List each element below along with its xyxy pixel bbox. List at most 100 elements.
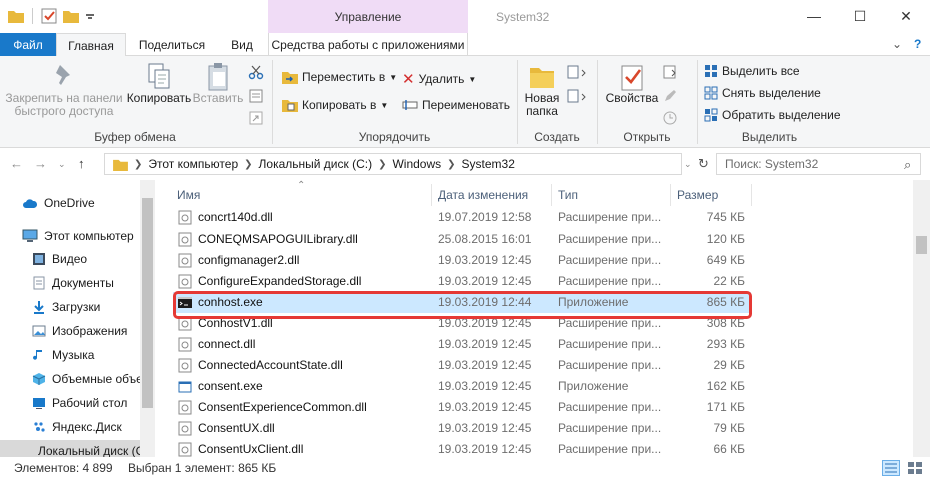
pin-quick-access-button[interactable]: Закрепить на панели быстрого доступа: [4, 62, 124, 118]
tab-app-tools[interactable]: Средства работы с приложениями: [268, 33, 468, 56]
table-row[interactable]: ConnectedAccountState.dll 19.03.2019 12:…: [173, 355, 751, 376]
table-row[interactable]: ConfigureExpandedStorage.dll 19.03.2019 …: [173, 271, 751, 292]
table-row[interactable]: configmanager2.dll 19.03.2019 12:45 Расш…: [173, 250, 751, 271]
nav-item-label: Загрузки: [52, 300, 101, 314]
paste-shortcut-icon[interactable]: [248, 110, 264, 126]
column-divider[interactable]: [431, 184, 432, 206]
tab-home[interactable]: Главная: [56, 33, 126, 57]
new-folder-icon[interactable]: [63, 9, 79, 23]
column-header-type[interactable]: Тип: [558, 180, 578, 210]
nav-scrollbar[interactable]: [140, 180, 155, 457]
nav-item-yandex-disk[interactable]: Яндекс.Диск: [32, 416, 155, 438]
move-to-button[interactable]: Переместить в ▼: [282, 70, 397, 84]
column-header-size[interactable]: Размер: [677, 180, 718, 210]
minimize-button[interactable]: —: [792, 4, 836, 28]
maximize-button[interactable]: ☐: [838, 4, 882, 28]
nav-item-local-disk[interactable]: Локальный диск (C:): [0, 440, 140, 457]
file-type: Расширение при...: [558, 232, 662, 246]
selection-info: Выбран 1 элемент: 865 КБ: [128, 461, 277, 475]
nav-item-this-pc[interactable]: Этот компьютер: [22, 225, 155, 247]
table-row[interactable]: consent.exe 19.03.2019 12:45 Приложение …: [173, 376, 751, 397]
properties-button[interactable]: Свойства: [604, 62, 660, 105]
select-none-button[interactable]: Снять выделение: [704, 86, 821, 100]
rename-label: Переименовать: [422, 98, 510, 112]
recent-locations-icon[interactable]: ⌄: [58, 159, 66, 170]
back-arrow-icon[interactable]: ←: [10, 156, 23, 171]
nav-item-downloads[interactable]: Загрузки: [32, 296, 155, 318]
column-header-date[interactable]: Дата изменения: [438, 180, 528, 210]
file-date: 19.03.2019 12:45: [438, 358, 532, 372]
edit-icon[interactable]: [662, 88, 678, 104]
forward-arrow-icon[interactable]: →: [34, 156, 47, 171]
dll-icon: [178, 253, 192, 268]
address-bar: ← → ⌄ ↑ ❯ Этот компьютер ❯ Локальный дис…: [0, 148, 930, 180]
delete-button[interactable]: ✕ Удалить ▼: [402, 70, 476, 88]
table-row[interactable]: ConsentExperienceCommon.dll 19.03.2019 1…: [173, 397, 751, 418]
nav-item-documents[interactable]: Документы: [32, 272, 155, 294]
file-size: 29 КБ: [713, 358, 745, 372]
nav-item-music[interactable]: Музыка: [32, 344, 155, 366]
paste-button[interactable]: Вставить: [193, 62, 243, 105]
nav-item-onedrive[interactable]: OneDrive: [22, 192, 155, 214]
nav-item-pictures[interactable]: Изображения: [32, 320, 155, 342]
nav-item-video[interactable]: Видео: [32, 248, 155, 270]
table-row[interactable]: connect.dll 19.03.2019 12:45 Расширение …: [173, 334, 751, 355]
nav-item-3d-objects[interactable]: Объемные объекты: [32, 368, 155, 390]
tab-file[interactable]: Файл: [0, 33, 56, 56]
file-date: 19.03.2019 12:45: [438, 421, 532, 435]
file-size: 162 КБ: [706, 379, 745, 393]
breadcrumb-this-pc[interactable]: Этот компьютер: [148, 157, 238, 171]
open-icon[interactable]: [662, 64, 678, 80]
breadcrumb-system32[interactable]: System32: [462, 157, 515, 171]
properties-check-icon: [621, 65, 643, 91]
copy-to-button[interactable]: Копировать в ▼: [282, 98, 388, 112]
up-arrow-icon[interactable]: ↑: [78, 156, 85, 171]
folder-icon[interactable]: [8, 9, 24, 23]
list-scrollbar-thumb[interactable]: [916, 236, 927, 254]
easy-access-icon[interactable]: [566, 88, 588, 104]
invert-selection-button[interactable]: Обратить выделение: [704, 108, 841, 122]
chevron-down-icon[interactable]: [85, 11, 95, 21]
new-folder-button[interactable]: Новая папка: [520, 62, 564, 118]
list-scrollbar[interactable]: [913, 180, 930, 457]
table-row[interactable]: ConsentUX.dll 19.03.2019 12:45 Расширени…: [173, 418, 751, 439]
pictures-icon: [32, 325, 46, 337]
nav-item-desktop[interactable]: Рабочий стол: [32, 392, 155, 414]
column-divider[interactable]: [751, 184, 752, 206]
column-divider[interactable]: [551, 184, 552, 206]
collapse-ribbon-button[interactable]: ⌄: [892, 37, 902, 51]
search-input[interactable]: Поиск: System32: [716, 153, 921, 175]
address-dropdown-icon[interactable]: ⌄: [684, 159, 692, 170]
nav-item-label: Рабочий стол: [52, 396, 128, 410]
cut-icon[interactable]: [248, 64, 264, 80]
pin-icon: [56, 65, 70, 85]
table-row[interactable]: concrt140d.dll 19.07.2019 12:58 Расширен…: [173, 207, 751, 228]
column-divider[interactable]: [670, 184, 671, 206]
rename-button[interactable]: Переименовать: [402, 98, 510, 112]
history-icon[interactable]: [662, 110, 678, 126]
table-row[interactable]: CONEQMSAPOGUILibrary.dll 25.08.2015 16:0…: [173, 229, 751, 250]
file-type: Расширение при...: [558, 274, 662, 288]
tab-share[interactable]: Поделиться: [130, 33, 214, 56]
large-icons-view-icon[interactable]: [906, 460, 924, 476]
copy-button[interactable]: Копировать: [126, 62, 192, 105]
select-all-button[interactable]: Выделить все: [704, 64, 800, 78]
file-size: 745 КБ: [706, 210, 745, 224]
breadcrumb-local-disk[interactable]: Локальный диск (C:): [259, 157, 373, 171]
properties-check-icon[interactable]: [41, 8, 57, 24]
table-row[interactable]: ConsentUxClient.dll 19.03.2019 12:45 Рас…: [173, 439, 751, 457]
tab-view[interactable]: Вид: [218, 33, 266, 56]
copy-path-icon[interactable]: [248, 88, 264, 104]
breadcrumb-windows[interactable]: Windows: [392, 157, 441, 171]
address-path[interactable]: ❯ Этот компьютер ❯ Локальный диск (C:) ❯…: [104, 153, 682, 175]
close-button[interactable]: ✕: [884, 4, 928, 28]
new-item-icon[interactable]: [566, 64, 588, 80]
details-view-icon[interactable]: [882, 460, 900, 476]
downloads-icon: [34, 301, 44, 314]
move-to-label: Переместить в: [302, 70, 386, 84]
help-button[interactable]: ?: [914, 37, 921, 51]
nav-scrollbar-thumb[interactable]: [142, 198, 153, 408]
column-header-name[interactable]: Имя: [177, 180, 200, 210]
refresh-icon[interactable]: ↻: [698, 156, 709, 172]
nav-item-label: Документы: [52, 276, 114, 290]
